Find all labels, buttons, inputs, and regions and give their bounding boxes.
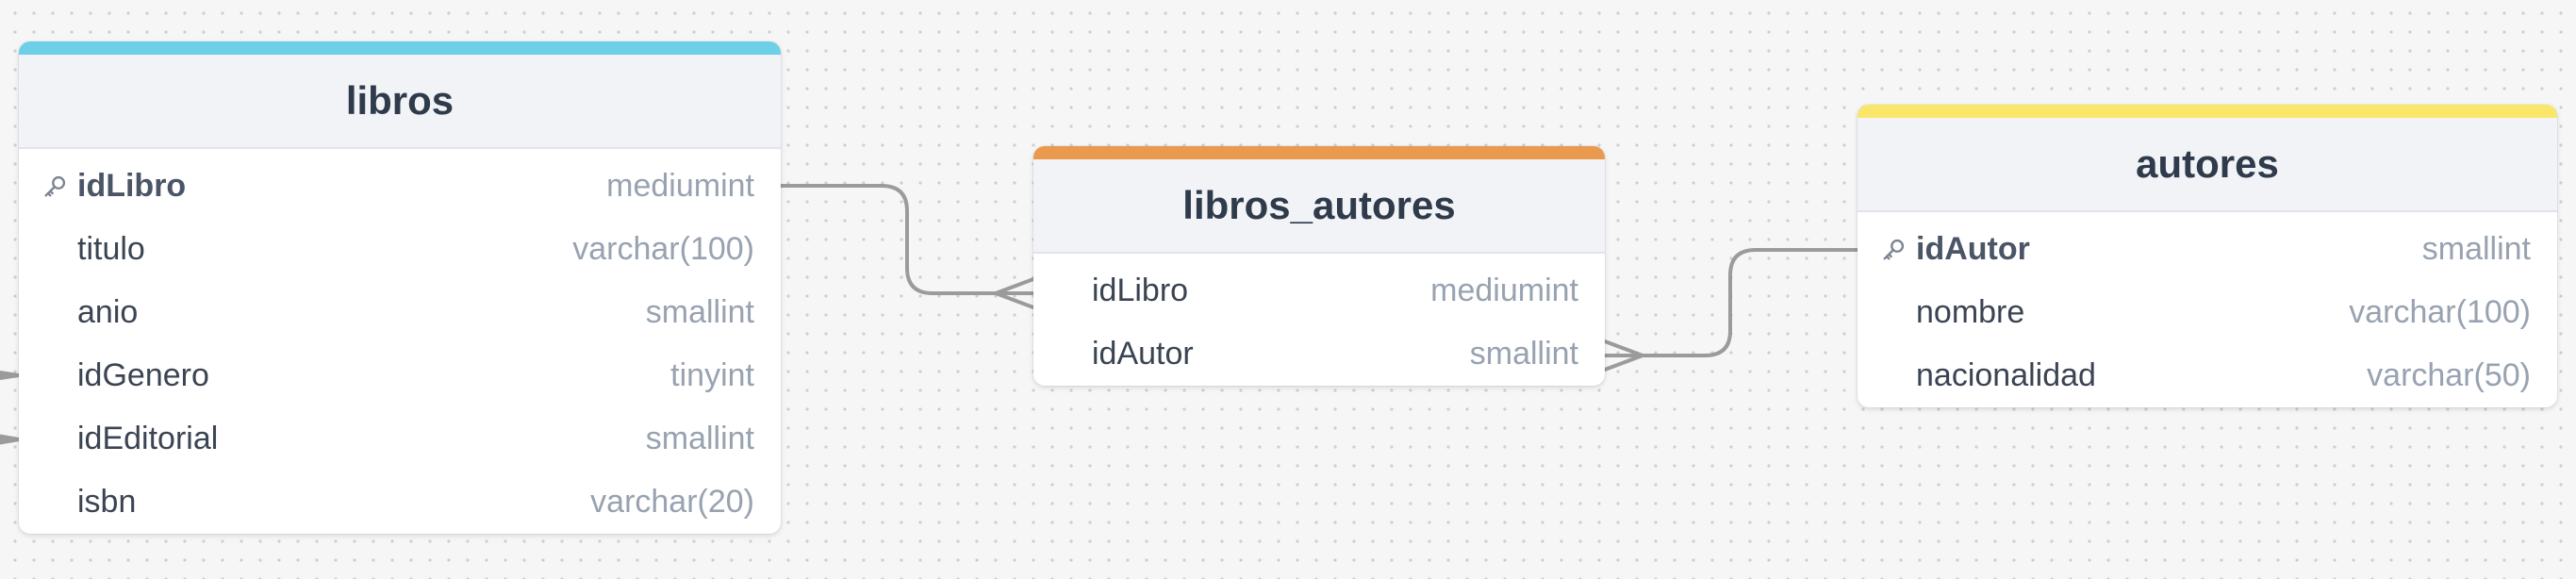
field-name: isbn (77, 484, 137, 520)
field-type: smallint (645, 294, 754, 330)
field-name: nacionalidad (1916, 357, 2096, 393)
field-name: anio (77, 294, 139, 330)
field-row[interactable]: idAutor smallint (1858, 218, 2557, 281)
field-row[interactable]: idLibro mediumint (1033, 259, 1605, 323)
field-row[interactable]: titulo varchar(100) (19, 218, 781, 281)
table-libros[interactable]: libros idLibro mediumint titulo varchar(… (19, 41, 781, 534)
field-type: mediumint (606, 168, 754, 204)
field-type: varchar(100) (2349, 294, 2531, 330)
field-type: tinyint (670, 357, 754, 393)
field-name: idGenero (77, 357, 209, 393)
table-accent-bar (1033, 146, 1605, 159)
table-name: autores (2136, 141, 2279, 186)
field-name: idAutor (1092, 336, 1194, 372)
field-row[interactable]: isbn varchar(20) (19, 471, 781, 534)
relation-line-autores-libros-autores (1603, 248, 1859, 357)
key-icon (1883, 239, 1905, 259)
field-type: varchar(50) (2367, 357, 2531, 393)
table-header[interactable]: libros (19, 55, 781, 149)
field-list: idLibro mediumint idAutor smallint (1033, 254, 1605, 386)
table-libros-autores[interactable]: libros_autores idLibro mediumint idAutor… (1033, 146, 1605, 386)
field-name: idLibro (1092, 273, 1189, 308)
table-accent-bar (1858, 105, 2557, 118)
crows-foot-icon (0, 370, 21, 381)
field-name: idAutor (1916, 231, 2030, 267)
field-row[interactable]: idEditorial smallint (19, 407, 781, 471)
relation-line-libros-libros-autores (779, 184, 1035, 295)
field-name: titulo (77, 231, 145, 267)
field-row[interactable]: anio smallint (19, 281, 781, 344)
field-type: varchar(100) (572, 231, 754, 267)
field-type: smallint (2421, 231, 2531, 267)
field-row[interactable]: nacionalidad varchar(50) (1858, 344, 2557, 407)
field-name: nombre (1916, 294, 2025, 330)
field-list: idLibro mediumint titulo varchar(100) an… (19, 149, 781, 534)
field-row[interactable]: nombre varchar(100) (1858, 281, 2557, 344)
field-row[interactable]: idGenero tinyint (19, 344, 781, 407)
table-accent-bar (19, 41, 781, 55)
field-name: idLibro (77, 168, 187, 204)
field-type: varchar(20) (590, 484, 754, 520)
field-type: smallint (1469, 336, 1578, 372)
crows-foot-icon (1603, 339, 1644, 372)
crows-foot-icon (994, 277, 1035, 309)
field-name: idEditorial (77, 421, 219, 456)
table-autores[interactable]: autores idAutor smallint nombre varchar(… (1858, 105, 2557, 407)
field-type: smallint (645, 421, 754, 456)
key-icon (44, 175, 66, 196)
crows-foot-icon (0, 434, 21, 445)
table-header[interactable]: autores (1858, 118, 2557, 212)
field-list: idAutor smallint nombre varchar(100) nac… (1858, 212, 2557, 407)
field-row[interactable]: idLibro mediumint (19, 155, 781, 218)
table-header[interactable]: libros_autores (1033, 159, 1605, 254)
table-name: libros_autores (1182, 183, 1456, 227)
table-name: libros (345, 78, 454, 123)
field-row[interactable]: idAutor smallint (1033, 323, 1605, 386)
field-type: mediumint (1430, 273, 1578, 308)
